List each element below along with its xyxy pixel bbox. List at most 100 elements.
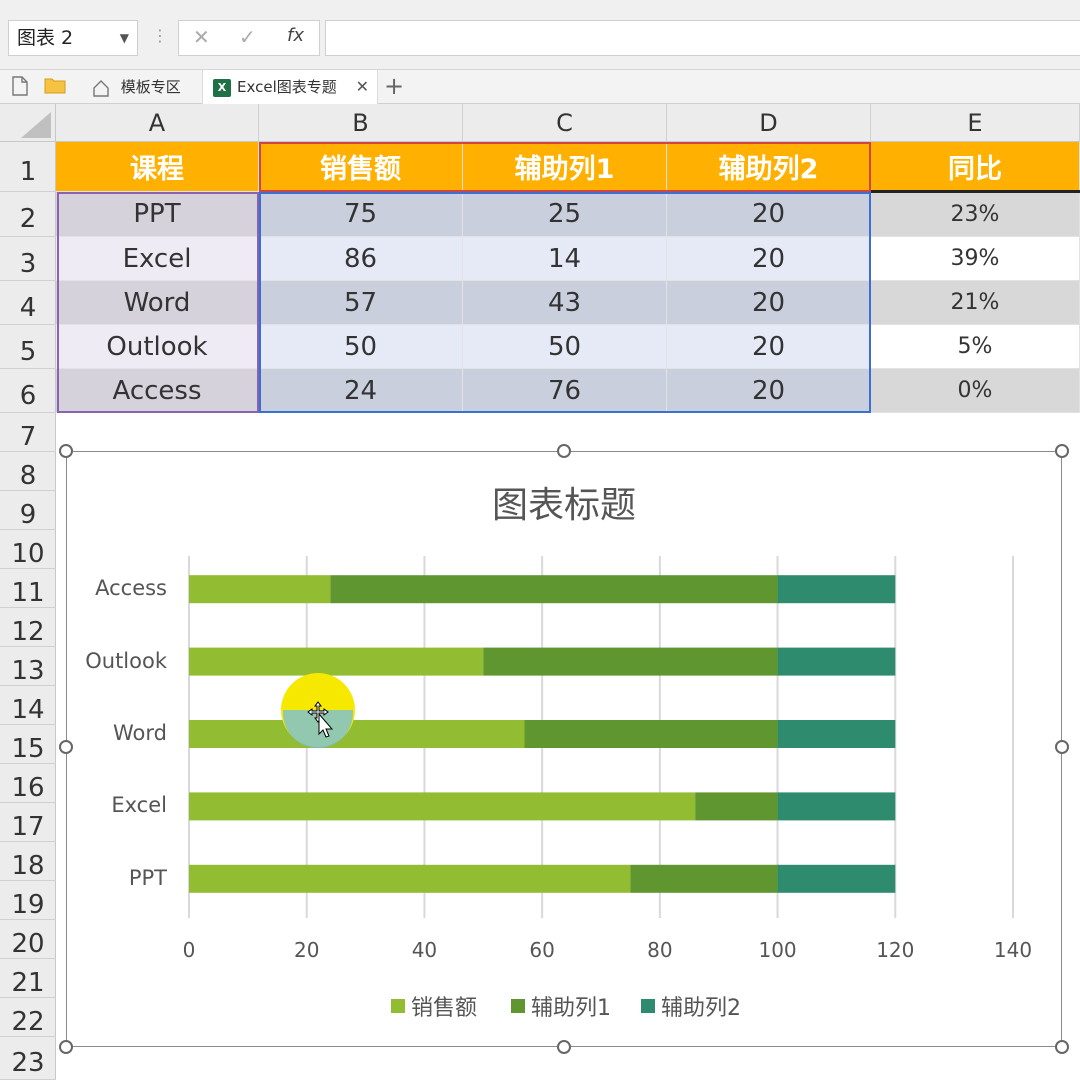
x-tick-label: 40 (411, 938, 438, 962)
row-header-15[interactable]: 15 (0, 725, 56, 764)
row-header-23[interactable]: 23 (0, 1037, 56, 1080)
legend-label: 销售额 (411, 996, 478, 1021)
table-header-a[interactable]: 课程 (56, 142, 259, 192)
legend-label: 辅助列2 (661, 996, 741, 1021)
column-header-b[interactable]: B (259, 104, 463, 142)
bar-ppt-series-1[interactable] (189, 864, 631, 893)
table-cell-e6[interactable]: 0% (871, 369, 1080, 413)
bar-word-series-1[interactable] (189, 720, 525, 748)
row-header-11[interactable]: 11 (0, 569, 56, 608)
row-header-16[interactable]: 16 (0, 764, 56, 803)
add-tab-icon[interactable]: + (384, 72, 404, 100)
row-header-7[interactable]: 7 (0, 413, 56, 452)
category-label: Outlook (85, 648, 167, 673)
row-header-20[interactable]: 20 (0, 920, 56, 959)
close-icon[interactable]: ✕ (356, 70, 369, 104)
legend-item[interactable]: 销售额 (391, 990, 477, 1022)
table-header-e[interactable]: 同比 (871, 142, 1080, 192)
legend-label: 辅助列1 (531, 996, 611, 1021)
bar-excel-series-3[interactable] (777, 792, 896, 821)
row-header-2[interactable]: 2 (0, 192, 56, 237)
bar-excel-series-2[interactable] (695, 792, 778, 821)
row-header-6[interactable]: 6 (0, 369, 56, 413)
legend-swatch (511, 999, 525, 1013)
x-tick-label: 60 (529, 938, 555, 962)
x-tick-label: 120 (876, 938, 915, 962)
cancel-icon[interactable]: ✕ (193, 25, 210, 49)
select-all-corner[interactable] (0, 104, 56, 142)
row-header-14[interactable]: 14 (0, 686, 56, 725)
bar-word-series-3[interactable] (777, 720, 896, 748)
resize-handle-tr[interactable] (1055, 444, 1069, 458)
row-header-19[interactable]: 19 (0, 881, 56, 920)
row-header-9[interactable]: 9 (0, 491, 56, 530)
column-header-a[interactable]: A (56, 104, 259, 142)
range-highlight-series-names (259, 142, 871, 192)
row-header-5[interactable]: 5 (0, 325, 56, 369)
bar-access-series-3[interactable] (777, 575, 896, 604)
category-label: Excel (111, 793, 167, 818)
excel-icon: X (213, 78, 231, 97)
row-header-13[interactable]: 13 (0, 647, 56, 686)
bar-outlook-series-3[interactable] (777, 647, 896, 676)
table-cell-e5[interactable]: 5% (871, 325, 1080, 369)
table-cell-e3[interactable]: 39% (871, 237, 1080, 281)
formula-input[interactable] (325, 20, 1080, 56)
category-label: Access (95, 576, 167, 601)
resize-handle-mr[interactable] (1055, 740, 1069, 754)
tab-template-zone[interactable]: 模板专区 (80, 70, 200, 104)
row-header-17[interactable]: 17 (0, 803, 56, 842)
row-header-12[interactable]: 12 (0, 608, 56, 647)
row-header-3[interactable]: 3 (0, 237, 56, 281)
bar-access-series-2[interactable] (330, 575, 778, 604)
x-tick-label: 100 (758, 938, 797, 962)
row-header-1[interactable]: 1 (0, 142, 56, 192)
bar-outlook-series-1[interactable] (189, 647, 484, 676)
resize-handle-bc[interactable] (557, 1040, 571, 1054)
home-icon (93, 79, 109, 97)
folder-icon[interactable] (44, 76, 66, 98)
tab-label: Excel图表专题 (237, 78, 337, 96)
resize-handle-br[interactable] (1055, 1040, 1069, 1054)
row-header-4[interactable]: 4 (0, 281, 56, 325)
x-tick-label: 20 (293, 938, 320, 962)
resize-handle-tc[interactable] (557, 444, 571, 458)
bar-excel-series-1[interactable] (189, 792, 696, 821)
tab-excel-charts[interactable]: X Excel图表专题 ✕ (202, 70, 378, 104)
resize-handle-tl[interactable] (59, 444, 73, 458)
table-cell-e4[interactable]: 21% (871, 281, 1080, 325)
category-label: Word (113, 721, 167, 745)
table-cell-e2[interactable]: 23% (871, 192, 1080, 237)
bar-outlook-series-2[interactable] (483, 647, 778, 676)
bar-word-series-2[interactable] (524, 720, 778, 748)
confirm-icon[interactable]: ✓ (239, 25, 256, 49)
name-box[interactable]: 图表 2 ▼ (8, 20, 138, 56)
legend-item[interactable]: 辅助列2 (641, 990, 741, 1022)
row-header-8[interactable]: 8 (0, 452, 56, 491)
x-tick-label: 80 (647, 938, 673, 962)
separator-icon: ⋮ (152, 26, 168, 45)
fx-icon[interactable]: fx (287, 25, 304, 46)
x-tick-label: 0 (182, 938, 196, 962)
chart[interactable]: 图表标题 0 20 40 60 80 100 120 140 PPT Excel Word Outlo… (66, 451, 1062, 1047)
resize-handle-bl[interactable] (59, 1040, 73, 1054)
legend-swatch (391, 999, 405, 1013)
category-label: PPT (128, 865, 167, 890)
row-header-10[interactable]: 10 (0, 530, 56, 569)
row-header-18[interactable]: 18 (0, 842, 56, 881)
bar-ppt-series-3[interactable] (777, 864, 896, 893)
legend-item[interactable]: 辅助列1 (511, 990, 611, 1022)
column-header-e[interactable]: E (871, 104, 1080, 142)
resize-handle-ml[interactable] (59, 740, 73, 754)
bar-ppt-series-2[interactable] (630, 864, 778, 893)
column-header-c[interactable]: C (463, 104, 667, 142)
tab-label: 模板专区 (120, 78, 181, 96)
bar-access-series-1[interactable] (189, 575, 331, 604)
column-header-d[interactable]: D (667, 104, 871, 142)
row-header-21[interactable]: 21 (0, 959, 56, 998)
row-header-22[interactable]: 22 (0, 998, 56, 1037)
chevron-down-icon[interactable]: ▼ (120, 21, 129, 55)
range-highlight-categories (57, 192, 259, 413)
legend-swatch (641, 999, 655, 1013)
new-file-icon[interactable] (12, 76, 28, 100)
